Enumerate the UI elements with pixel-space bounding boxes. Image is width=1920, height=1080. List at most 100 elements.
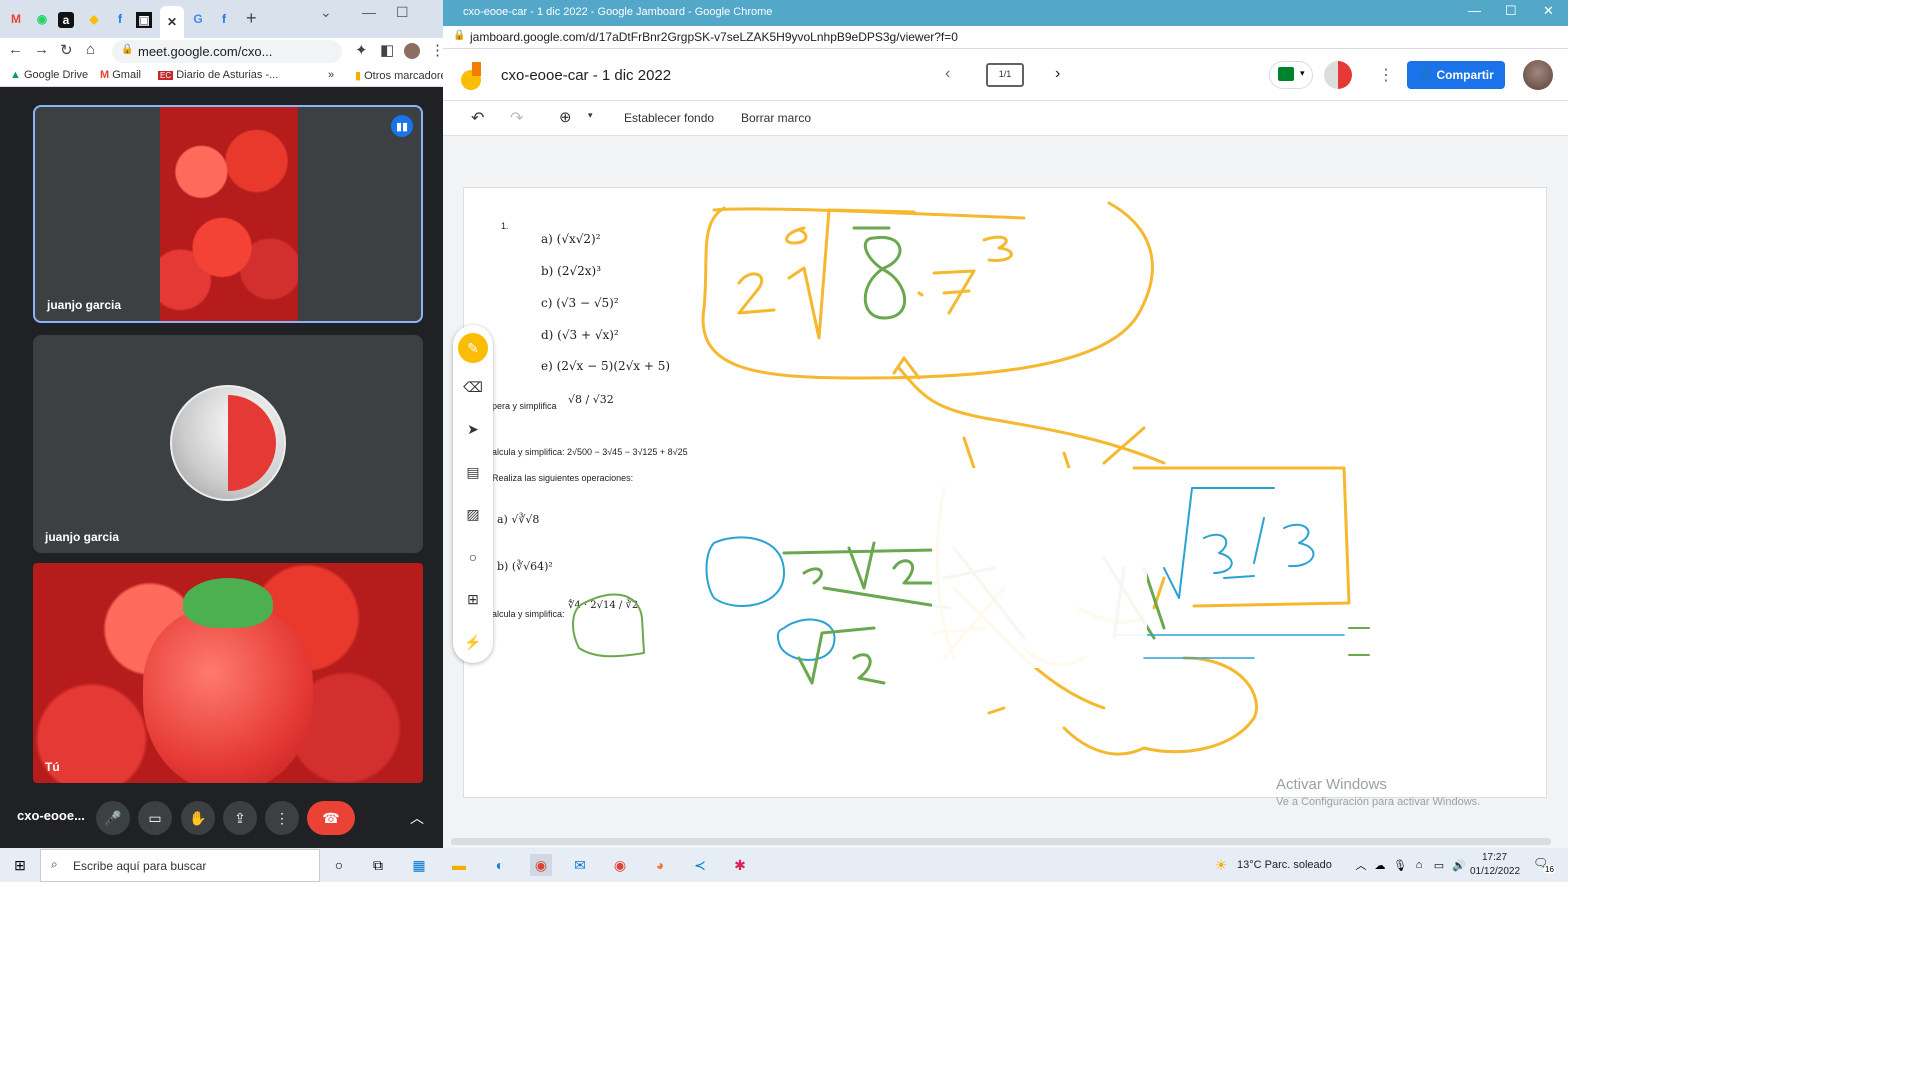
weather-icon[interactable]: ☀ [1210, 854, 1232, 876]
bookmark-gmail[interactable]: M Gmail [100, 69, 141, 81]
edge-icon[interactable]: ◐ [489, 854, 511, 876]
close-icon[interactable]: ✕ [1543, 3, 1554, 19]
cyan-3-circle [776, 618, 836, 661]
maps-tab-icon[interactable]: ◆ [84, 8, 104, 30]
activate-windows-title: Activar Windows [1276, 776, 1387, 793]
task-view-icon[interactable]: ⧉ [367, 854, 389, 876]
person-add-icon: 👤 [1418, 68, 1434, 82]
meet-present-button[interactable]: ▾ [1269, 61, 1313, 89]
share-label: Compartir [1436, 68, 1494, 82]
meet-address-bar[interactable]: 🔒 meet.google.com/cxo... [112, 40, 342, 63]
redo-icon[interactable]: ↷ [510, 108, 523, 128]
cortana-icon[interactable]: ○ [328, 854, 350, 876]
pen-icon[interactable]: ✎ [458, 333, 488, 363]
onedrive-icon[interactable]: ☁ [1369, 854, 1391, 876]
zoom-dropdown-icon[interactable]: ▾ [588, 110, 593, 121]
firefox-icon[interactable]: ◕ [649, 854, 671, 876]
profile-avatar[interactable] [404, 43, 420, 59]
minimize-icon[interactable]: — [1468, 3, 1481, 18]
windows-start-icon[interactable]: ⊞ [9, 854, 31, 876]
dropdown-icon: ▾ [1300, 68, 1305, 78]
whatsapp-tab-icon[interactable]: ◉ [32, 8, 52, 30]
bookmarks-bar: ▲ Google Drive M Gmail EC Diario de Astu… [0, 65, 452, 87]
zoom-icon[interactable]: ⊕ [559, 108, 572, 126]
search-placeholder: Escribe aquí para buscar [73, 859, 207, 873]
maximize-icon[interactable]: ☐ [1505, 3, 1517, 19]
participant-tile-1[interactable]: ▮▮ juanjo garcia [33, 105, 423, 323]
green-equals [1348, 627, 1370, 656]
eraser-icon[interactable]: ⌫ [461, 375, 485, 399]
share-button[interactable]: 👤 Compartir [1407, 61, 1505, 89]
meet-url: meet.google.com/cxo... [138, 44, 273, 59]
user-avatar-snapdragon[interactable] [1324, 61, 1352, 89]
clock-date[interactable]: 01/12/2022 [1470, 866, 1520, 877]
vscode-icon[interactable]: ≺ [689, 854, 711, 876]
more-menu-icon[interactable]: ⋮ [1378, 65, 1394, 85]
next-frame-icon[interactable]: › [1055, 65, 1060, 83]
present-button[interactable]: ⇪ [223, 801, 257, 835]
self-tile[interactable]: Tú [33, 563, 423, 783]
bookmark-diario[interactable]: EC Diario de Asturias -... [158, 69, 278, 81]
bookmark-drive[interactable]: ▲ Google Drive [10, 69, 88, 81]
extensions-icon[interactable]: ✦ [355, 41, 368, 59]
document-title[interactable]: cxo-eooe-car - 1 dic 2022 [501, 67, 671, 84]
jamboard-address-bar[interactable]: 🔒 jamboard.google.com/d/17aDtFrBnr2GrgpSK… [443, 26, 1568, 49]
explorer-icon[interactable]: ▬ [448, 854, 470, 876]
store-icon[interactable]: ▦ [408, 854, 430, 876]
facebook-tab-icon-2[interactable]: f [214, 8, 234, 30]
image-icon[interactable]: ▨ [461, 502, 485, 526]
orange-radical [787, 208, 916, 340]
back-icon[interactable]: ← [8, 41, 23, 58]
maximize-icon[interactable]: ☐ [396, 4, 409, 21]
horizontal-scrollbar[interactable] [451, 838, 1551, 845]
sticky-note-icon[interactable]: ▤ [461, 460, 485, 484]
chrome-profile-icon[interactable]: ◉ [609, 854, 631, 876]
taskbar-search-box[interactable]: ⌕ Escribe aquí para buscar [40, 849, 320, 882]
account-avatar[interactable] [1523, 60, 1553, 90]
clear-frame-button[interactable]: Borrar marco [741, 111, 811, 125]
clock-time[interactable]: 17:27 [1482, 852, 1507, 863]
jam-canvas[interactable]: 1. a) (√x√2)² b) (2√2x)³ c) (√3 − √5)² d… [463, 187, 1547, 808]
circle-shape-icon[interactable]: ○ [461, 545, 485, 569]
leave-call-button[interactable]: ☎ [307, 801, 355, 835]
forward-icon[interactable]: → [34, 41, 49, 58]
amazon-tab-icon[interactable]: a [58, 12, 74, 28]
google-tab-icon[interactable]: G [188, 8, 208, 30]
camera-button[interactable]: ▭ [138, 801, 172, 835]
meet-window: M ◉ a ◆ f ▣ ✕ G f + ⌄ — ☐ ← → ↻ ⌂ 🔒 meet.… [0, 0, 452, 848]
chrome-icon[interactable]: ◉ [530, 854, 552, 876]
expand-chevron-icon[interactable]: ︿ [410, 808, 424, 828]
undo-icon[interactable]: ↶ [471, 108, 484, 128]
mic-button[interactable]: 🎤 [96, 801, 130, 835]
network-icon[interactable]: ⌂ [1408, 854, 1430, 876]
set-background-button[interactable]: Establecer fondo [624, 111, 714, 125]
text-box-icon[interactable]: ⊞ [461, 587, 485, 611]
frame-bar-button[interactable]: 1/1 [986, 63, 1024, 87]
windows-taskbar: ⊞ ⌕ Escribe aquí para buscar ○ ⧉ ▦ ▬ ◐ ◉… [0, 848, 1568, 882]
select-arrow-icon[interactable]: ➤ [461, 417, 485, 441]
raise-hand-button[interactable]: ✋ [181, 801, 215, 835]
new-tab-button[interactable]: + [246, 8, 257, 29]
volume-icon[interactable]: 🔊 [1448, 854, 1470, 876]
mail-icon[interactable]: ✉ [569, 854, 591, 876]
facebook-tab-icon[interactable]: f [110, 8, 130, 30]
gmail-tab-icon[interactable]: M [6, 8, 26, 30]
participant-2-name: juanjo garcia [45, 530, 120, 544]
slack-icon[interactable]: ✱ [729, 854, 751, 876]
laser-icon[interactable]: ⚡ [461, 630, 485, 654]
tab-search-chevron-icon[interactable]: ⌄ [320, 4, 332, 21]
display-icon[interactable]: ▭ [1428, 854, 1450, 876]
bookmarks-overflow[interactable]: » [328, 69, 334, 81]
reload-icon[interactable]: ↻ [60, 41, 73, 59]
bookmark-others[interactable]: ▮ Otros marcadores [355, 69, 452, 82]
meet-active-tab[interactable]: ✕ [160, 6, 184, 38]
more-options-button[interactable]: ⋮ [265, 801, 299, 835]
participant-tile-2[interactable]: juanjo garcia [33, 335, 423, 553]
prev-frame-icon[interactable]: ‹ [945, 65, 950, 83]
minimize-icon[interactable]: — [362, 4, 376, 20]
home-icon[interactable]: ⌂ [86, 41, 95, 58]
jamboard-toolbar: ↶ ↷ ⊕ ▾ Establecer fondo Borrar marco [443, 101, 1568, 136]
media-tab-icon[interactable]: ▣ [136, 12, 152, 28]
sidepanel-icon[interactable]: ◧ [380, 41, 394, 59]
weather-text[interactable]: 13°C Parc. soleado [1237, 859, 1332, 871]
